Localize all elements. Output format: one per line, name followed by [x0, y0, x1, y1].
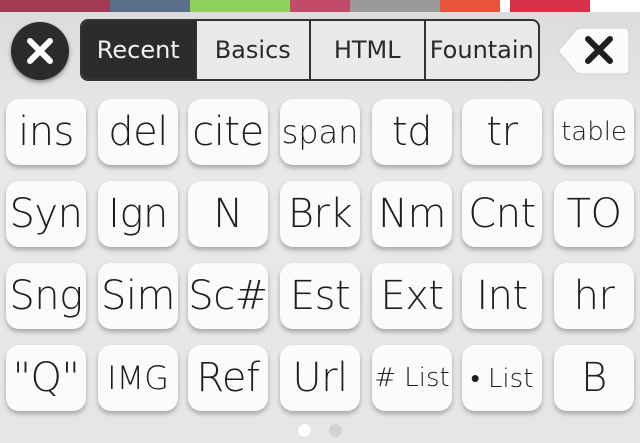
tab-recent[interactable]: Recent — [82, 21, 195, 79]
background-app-icon — [0, 0, 110, 12]
key-button[interactable]: ins — [6, 99, 86, 165]
key-button[interactable]: N — [188, 181, 268, 247]
backspace-button[interactable] — [554, 27, 630, 75]
key-button[interactable]: Brk — [280, 181, 360, 247]
key-button[interactable]: Est — [280, 263, 360, 329]
background-app-icon — [440, 0, 500, 12]
key-button[interactable]: TO — [554, 181, 634, 247]
close-button[interactable] — [11, 22, 69, 80]
key-button[interactable]: Ign — [98, 181, 178, 247]
background-app-icon — [500, 0, 510, 12]
background-app-icon — [590, 0, 640, 12]
key-button[interactable]: B — [554, 345, 634, 411]
key-button[interactable]: Syn — [6, 181, 86, 247]
key-button[interactable]: Int — [462, 263, 542, 329]
key-button[interactable]: hr — [554, 263, 634, 329]
key-button[interactable]: table — [554, 99, 634, 165]
background-app-icon — [110, 0, 190, 12]
keyboard-screen: Recent Basics HTML Fountain ins del cite span t… — [0, 0, 640, 443]
background-app-icon — [510, 0, 590, 12]
tab-bar: Recent Basics HTML Fountain — [80, 19, 540, 81]
key-button[interactable]: Ref — [188, 345, 268, 411]
background-app-strip — [0, 0, 640, 12]
tab-fountain[interactable]: Fountain — [423, 21, 539, 79]
key-button[interactable]: Ext — [372, 263, 452, 329]
close-icon — [27, 38, 53, 64]
background-app-icon — [290, 0, 350, 12]
key-button[interactable]: del — [98, 99, 178, 165]
key-button[interactable]: Sng — [6, 263, 86, 329]
page-dot[interactable] — [329, 424, 342, 437]
tab-html[interactable]: HTML — [309, 21, 424, 79]
page-dot[interactable] — [298, 424, 311, 437]
key-button[interactable]: td — [372, 99, 452, 165]
key-button[interactable]: Cnt — [462, 181, 542, 247]
key-button[interactable]: Sim — [98, 263, 178, 329]
key-button[interactable]: span — [280, 99, 360, 165]
key-button[interactable]: Nm — [372, 181, 452, 247]
key-button[interactable]: tr — [462, 99, 542, 165]
background-app-icon — [350, 0, 440, 12]
tab-basics[interactable]: Basics — [194, 21, 310, 79]
backspace-icon — [557, 27, 630, 75]
key-button[interactable]: "Q" — [6, 345, 86, 411]
key-button[interactable]: • List — [462, 345, 542, 411]
key-button[interactable]: cite — [188, 99, 268, 165]
key-button[interactable]: Sc# — [188, 263, 268, 329]
page-indicator — [0, 424, 640, 437]
background-app-icon — [190, 0, 290, 12]
key-button[interactable]: IMG — [98, 345, 178, 411]
key-button[interactable]: Url — [280, 345, 360, 411]
key-button[interactable]: # List — [372, 345, 452, 411]
